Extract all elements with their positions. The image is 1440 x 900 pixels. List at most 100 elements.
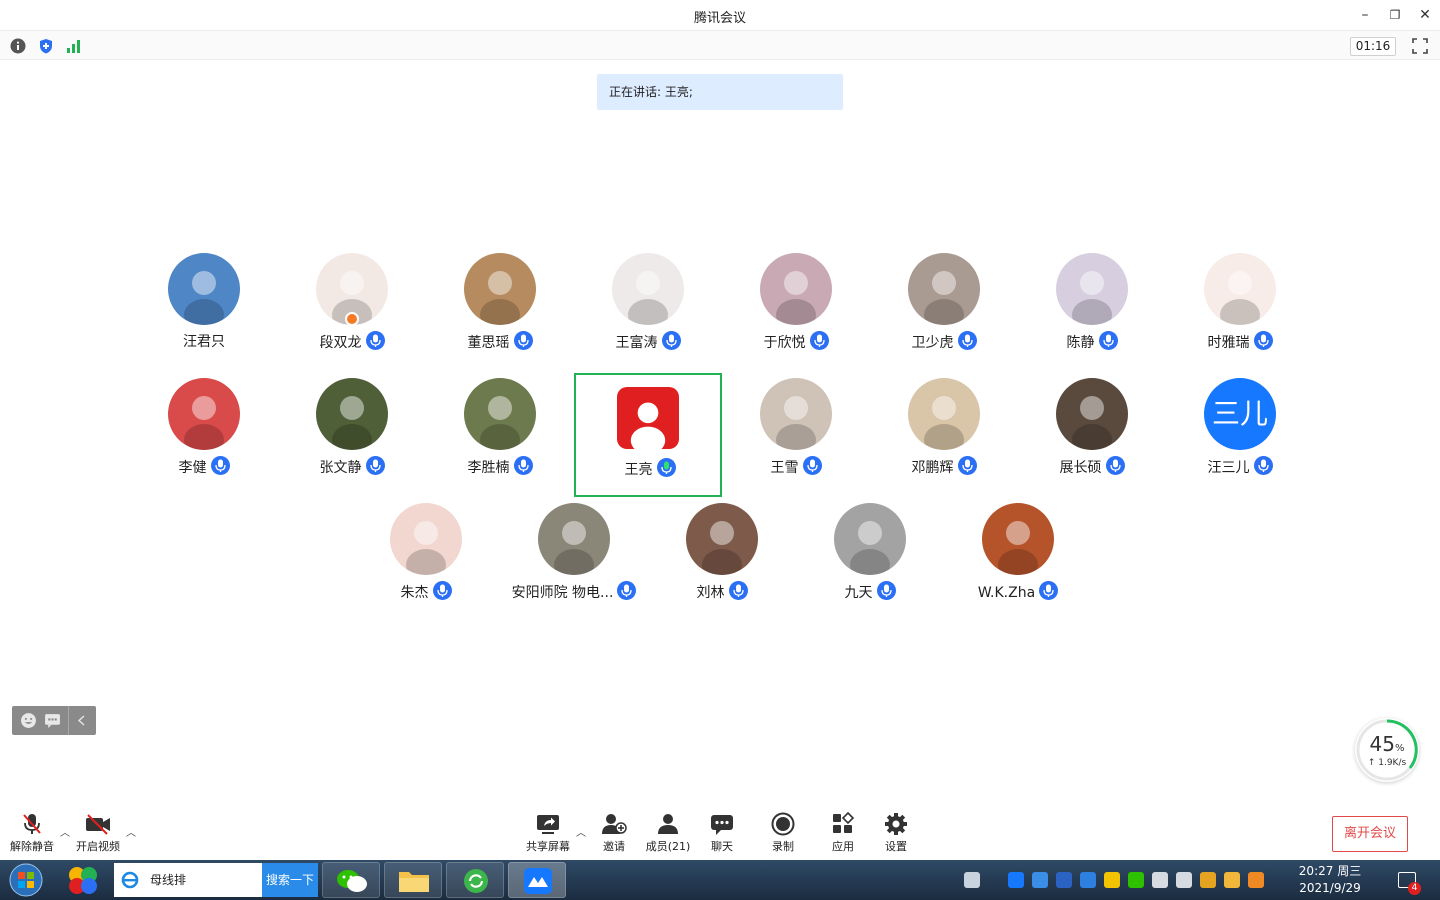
members-button[interactable]: 成员(21) bbox=[644, 812, 692, 856]
participant-tile[interactable]: 卫少虎 bbox=[870, 248, 1018, 372]
participant-tile[interactable]: 邓鹏辉 bbox=[870, 373, 1018, 497]
share-options-chevron-icon[interactable]: ︿ bbox=[576, 824, 586, 839]
video-off-icon bbox=[86, 814, 110, 835]
network-tray-icon[interactable] bbox=[1152, 872, 1168, 888]
avatar bbox=[464, 253, 536, 325]
shield-icon[interactable] bbox=[38, 38, 54, 54]
participant-name: W.K.Zha bbox=[977, 585, 1036, 601]
video-options-chevron-icon[interactable]: ︿ bbox=[126, 824, 136, 839]
mic-status-icon bbox=[210, 456, 230, 475]
signal-icon[interactable] bbox=[66, 38, 82, 54]
apps-button[interactable]: 应用 bbox=[826, 812, 860, 856]
microphone-icon bbox=[806, 459, 818, 472]
plus-tray-icon[interactable] bbox=[1104, 872, 1120, 888]
settings-button[interactable]: 设置 bbox=[880, 812, 912, 856]
participant-tile[interactable]: 刘林 bbox=[648, 498, 796, 622]
wechat-tray-icon[interactable] bbox=[1128, 872, 1144, 888]
windows-start-icon[interactable] bbox=[4, 861, 48, 899]
emoji-icon[interactable] bbox=[20, 712, 37, 729]
mic-status-icon bbox=[876, 581, 896, 600]
participant-tile[interactable]: 汪君只 bbox=[130, 248, 278, 372]
participant-name-row: 邓鹏辉 bbox=[870, 456, 1018, 477]
settings-label: 设置 bbox=[885, 840, 907, 853]
keyboard-icon[interactable] bbox=[964, 872, 980, 888]
participant-tile[interactable]: 王亮 bbox=[574, 373, 722, 497]
share-screen-label: 共享屏幕 bbox=[526, 840, 570, 853]
avatar-image bbox=[1056, 378, 1128, 450]
network-speed-widget[interactable]: 45% ↑ 1.9K/s bbox=[1355, 718, 1419, 782]
cloud-tray-icon[interactable] bbox=[1032, 872, 1048, 888]
participant-tile[interactable]: 李健 bbox=[130, 373, 278, 497]
restore-button[interactable]: ❐ bbox=[1384, 5, 1406, 25]
speed-percent-unit: % bbox=[1394, 743, 1405, 754]
participant-tile[interactable]: 李胜楠 bbox=[426, 373, 574, 497]
leave-meeting-button[interactable]: 离开会议 bbox=[1332, 816, 1408, 852]
chrome-tray-icon[interactable] bbox=[1200, 872, 1216, 888]
speed-rate: ↑ 1.9K/s bbox=[1367, 758, 1407, 768]
record-button[interactable]: 录制 bbox=[766, 812, 800, 856]
participant-name-row: 朱杰 bbox=[352, 581, 500, 602]
participant-tile[interactable]: 陈静 bbox=[1018, 248, 1166, 372]
fullscreen-icon[interactable] bbox=[1412, 38, 1428, 54]
participant-name-row: 张文静 bbox=[278, 456, 426, 477]
minimize-button[interactable]: – bbox=[1354, 5, 1376, 25]
participant-tile[interactable]: 展长硕 bbox=[1018, 373, 1166, 497]
participant-tile[interactable]: 王富涛 bbox=[574, 248, 722, 372]
participant-tile[interactable]: W.K.Zha bbox=[944, 498, 1092, 622]
box-tray-icon[interactable] bbox=[1056, 872, 1072, 888]
microphone-icon bbox=[880, 584, 892, 597]
record-icon bbox=[771, 812, 795, 836]
avatar-image bbox=[686, 503, 758, 575]
mic-status-icon bbox=[365, 456, 385, 475]
chevron-left-icon[interactable] bbox=[76, 714, 88, 727]
taskbar-tencent-meeting[interactable] bbox=[508, 862, 566, 898]
reaction-bar[interactable] bbox=[12, 706, 96, 735]
close-button[interactable]: ✕ bbox=[1414, 5, 1436, 25]
taskbar-search-button[interactable]: 搜索一下 bbox=[262, 863, 318, 897]
participant-tile[interactable]: 于欣悦 bbox=[722, 248, 870, 372]
avatar-image bbox=[464, 378, 536, 450]
participant-name: 陈静 bbox=[1066, 335, 1095, 351]
tencent-meeting-tray-icon[interactable] bbox=[1008, 872, 1024, 888]
mic-status-icon bbox=[432, 581, 452, 600]
taskbar-wechat[interactable] bbox=[322, 862, 380, 898]
star-tray-icon[interactable] bbox=[1224, 872, 1240, 888]
clock-date: 2021/9/29 bbox=[1299, 881, 1361, 895]
avatar bbox=[1056, 378, 1128, 450]
unmute-button[interactable]: 解除静音 bbox=[8, 812, 56, 856]
mic-status-icon bbox=[513, 331, 533, 350]
participant-tile[interactable]: 张文静 bbox=[278, 373, 426, 497]
mic-status-icon bbox=[1098, 331, 1118, 350]
avatar bbox=[168, 378, 240, 450]
participant-tile[interactable]: 时雅瑞 bbox=[1166, 248, 1314, 372]
participant-name: 安阳师院 物电... bbox=[511, 585, 614, 601]
participant-tile[interactable]: 安阳师院 物电... bbox=[500, 498, 648, 622]
info-icon[interactable] bbox=[10, 38, 26, 54]
participant-tile[interactable]: 王雪 bbox=[722, 373, 870, 497]
invite-button[interactable]: 邀请 bbox=[596, 812, 632, 856]
security-tray-icon[interactable] bbox=[1080, 872, 1096, 888]
meeting-status-bar: 01:16 bbox=[0, 30, 1440, 60]
start-video-button[interactable]: 开启视频 bbox=[74, 812, 122, 856]
app-launcher-icon[interactable] bbox=[66, 864, 100, 896]
system-clock[interactable]: 20:27 周三 2021/9/29 bbox=[1290, 863, 1370, 897]
avatar-image bbox=[1056, 253, 1128, 325]
participant-tile[interactable]: 三儿 汪三儿 bbox=[1166, 373, 1314, 497]
participant-tile[interactable]: 董思瑶 bbox=[426, 248, 574, 372]
participant-tile[interactable]: 朱杰 bbox=[352, 498, 500, 622]
avatar-image bbox=[168, 378, 240, 450]
microphone-icon bbox=[1257, 459, 1269, 472]
audio-options-chevron-icon[interactable]: ︿ bbox=[60, 824, 70, 839]
participant-name: 刘林 bbox=[696, 585, 725, 601]
window-title: 腾讯会议 bbox=[693, 11, 746, 26]
search-tray-icon[interactable] bbox=[1248, 872, 1264, 888]
participant-tile[interactable]: 段双龙 bbox=[278, 248, 426, 372]
taskbar-file-explorer[interactable] bbox=[384, 862, 442, 898]
chat-button[interactable]: 聊天 bbox=[704, 812, 740, 856]
participant-name-row: 于欣悦 bbox=[722, 331, 870, 352]
share-screen-button[interactable]: 共享屏幕 bbox=[524, 812, 572, 856]
participant-tile[interactable]: 九天 bbox=[796, 498, 944, 622]
taskbar-refresh-app[interactable] bbox=[446, 862, 504, 898]
message-icon[interactable] bbox=[44, 712, 61, 729]
volume-icon[interactable] bbox=[1176, 872, 1192, 888]
